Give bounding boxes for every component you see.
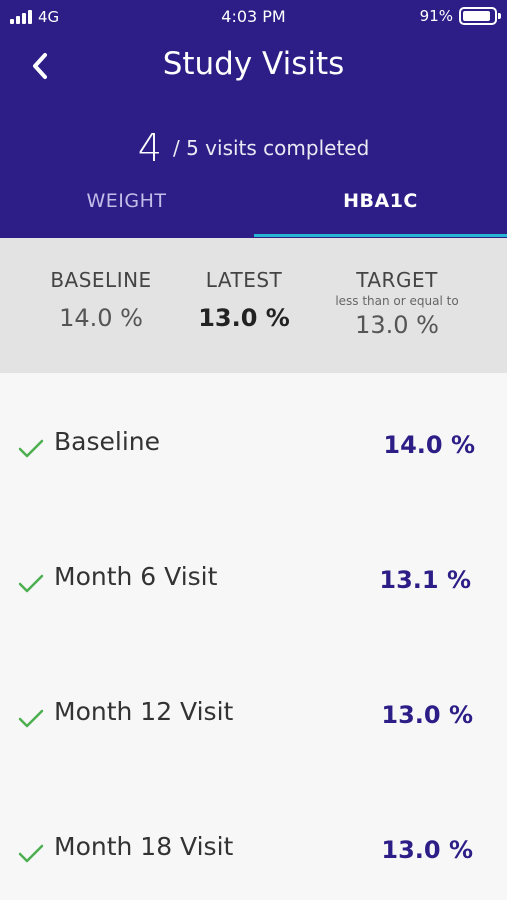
visit-value: 13.0 % bbox=[381, 836, 473, 864]
page-title: Study Visits bbox=[162, 46, 345, 82]
visit-row-month-12[interactable]: Month 12 Visit 13.0 % bbox=[0, 691, 507, 751]
battery-percent: 91% bbox=[419, 7, 453, 25]
latest-label: LATEST bbox=[205, 268, 283, 292]
baseline-label: BASELINE bbox=[50, 268, 152, 292]
visit-name: Baseline bbox=[54, 427, 160, 456]
status-right: 91% bbox=[419, 7, 501, 25]
target-value: 13.0 % bbox=[355, 311, 439, 339]
target-label: TARGET bbox=[356, 268, 438, 292]
visit-value: 13.0 % bbox=[381, 701, 473, 729]
progress-label: / 5 visits completed bbox=[173, 136, 370, 160]
battery-icon bbox=[459, 7, 501, 25]
visit-name: Month 12 Visit bbox=[54, 697, 234, 726]
target-sublabel: less than or equal to bbox=[335, 294, 459, 308]
visit-row-baseline[interactable]: Baseline 14.0 % bbox=[0, 421, 507, 481]
visit-name: Month 18 Visit bbox=[54, 832, 234, 861]
visit-row-month-18[interactable]: Month 18 Visit 13.0 % bbox=[0, 826, 507, 886]
tab-weight[interactable]: WEIGHT bbox=[0, 190, 253, 238]
visits-progress: 4 / 5 visits completed bbox=[0, 126, 507, 170]
header: 4G 4:03 PM 91% Study Visits 4 / 5 visits… bbox=[0, 0, 507, 238]
visit-list: Baseline 14.0 % Month 6 Visit 13.1 % Mon… bbox=[0, 373, 507, 900]
visit-value: 13.1 % bbox=[379, 566, 471, 594]
visit-row-month-6[interactable]: Month 6 Visit 13.1 % bbox=[0, 556, 507, 616]
status-bar: 4G 4:03 PM 91% bbox=[0, 0, 507, 36]
tab-hba1c[interactable]: HBA1C bbox=[254, 190, 507, 238]
summary-latest: LATEST 13.0 % bbox=[188, 268, 300, 332]
check-icon bbox=[18, 709, 44, 728]
visit-value: 14.0 % bbox=[383, 431, 475, 459]
summary-panel: BASELINE 14.0 % LATEST 13.0 % TARGET les… bbox=[0, 238, 507, 373]
baseline-value: 14.0 % bbox=[59, 304, 143, 332]
summary-target: TARGET less than or equal to 13.0 % bbox=[320, 268, 474, 339]
visit-name: Month 6 Visit bbox=[54, 562, 218, 591]
latest-value: 13.0 % bbox=[198, 304, 290, 332]
completed-count: 4 bbox=[137, 126, 162, 170]
check-icon bbox=[18, 844, 44, 863]
summary-baseline: BASELINE 14.0 % bbox=[40, 268, 162, 332]
active-tab-indicator bbox=[254, 234, 507, 237]
check-icon bbox=[18, 574, 44, 593]
check-icon bbox=[18, 439, 44, 458]
